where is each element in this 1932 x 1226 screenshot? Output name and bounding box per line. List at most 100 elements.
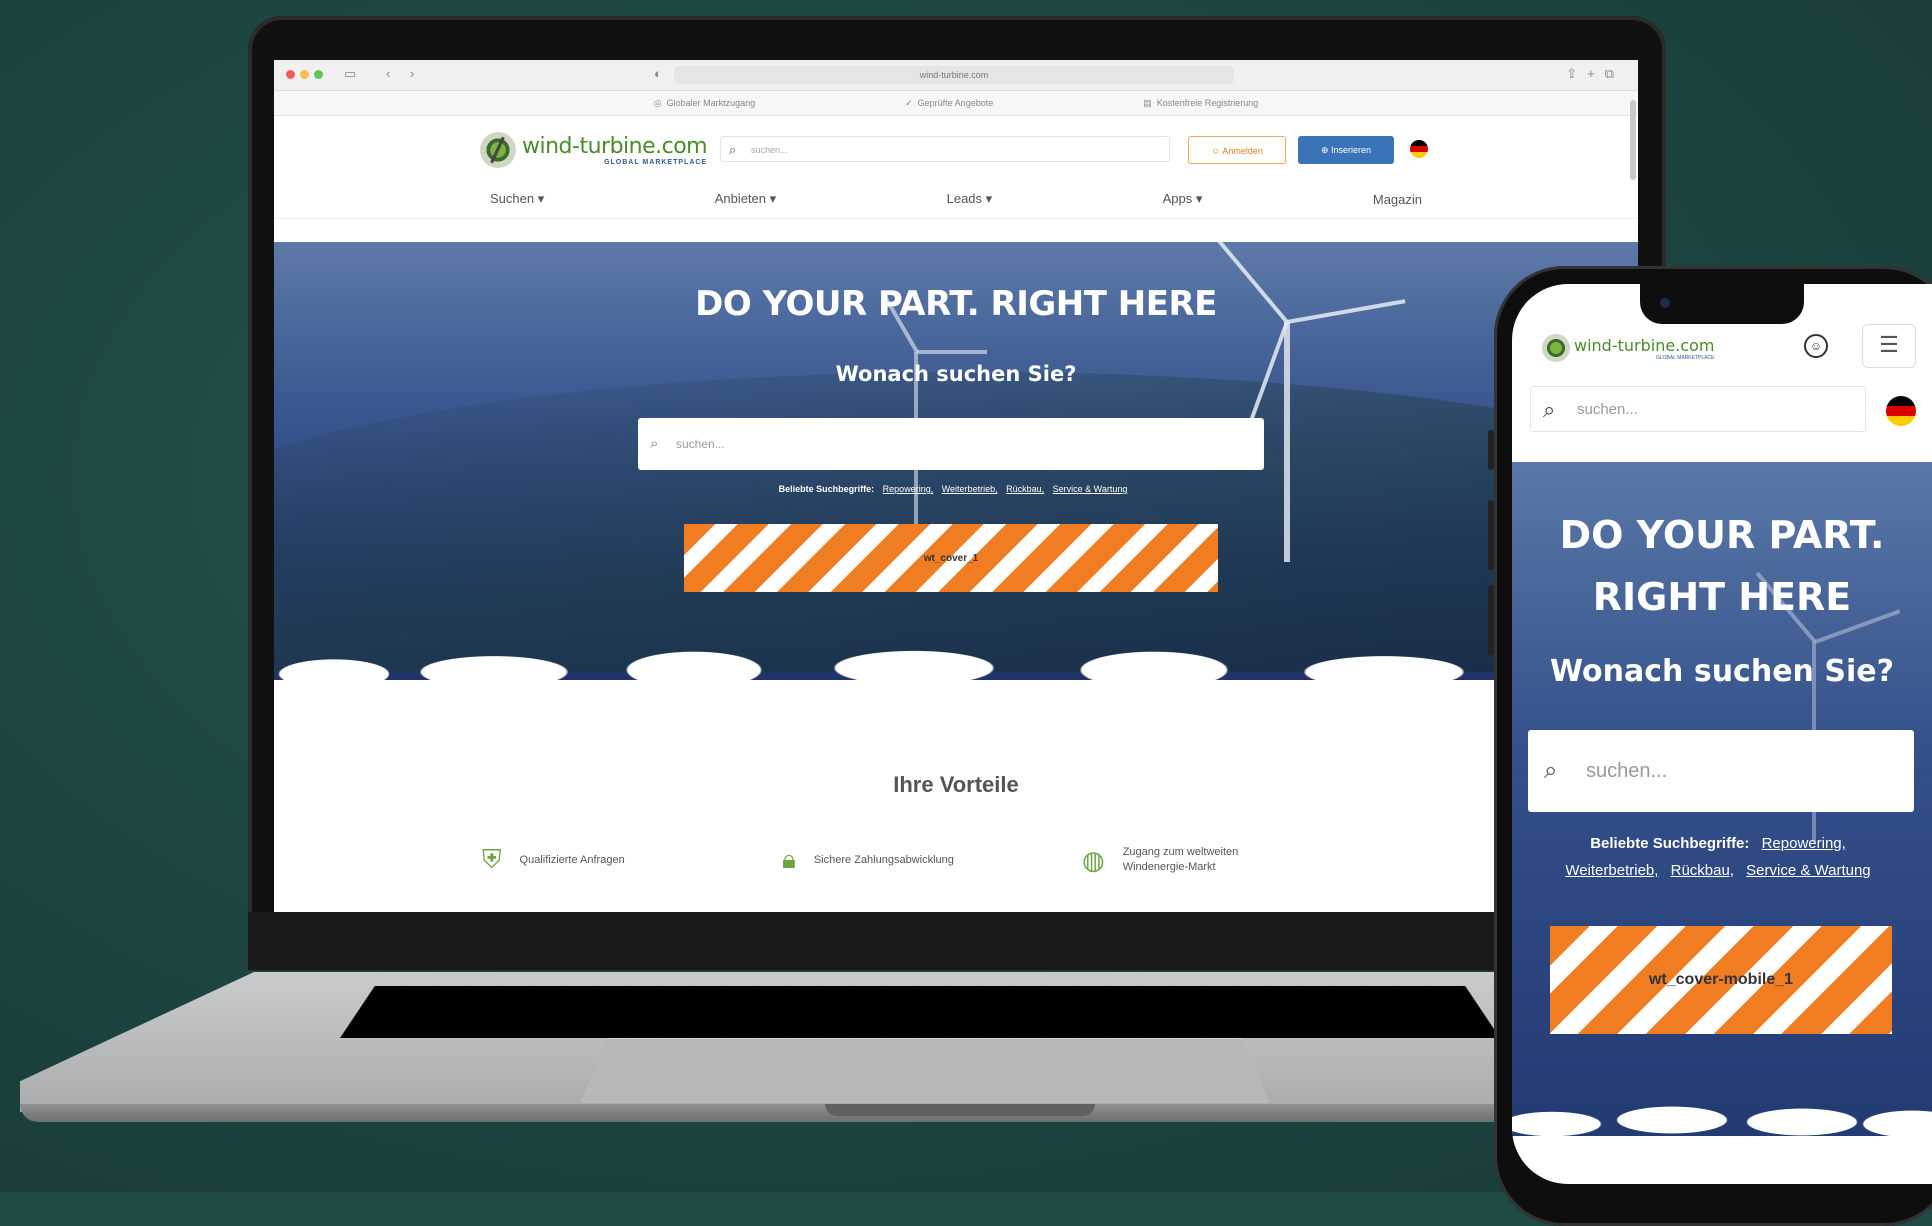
- plus-circle-icon: ⊕: [1320, 145, 1331, 155]
- popular-searches: Beliebte Suchbegriffe: Repowering, Weite…: [274, 484, 1638, 494]
- nav-item-magazine[interactable]: Magazin: [1373, 192, 1422, 207]
- cover-banner[interactable]: wt_cover_1: [684, 524, 1218, 592]
- laptop-keyboard: [340, 986, 1500, 1038]
- phone-notch: [1640, 284, 1804, 324]
- laptop-notch: [825, 1104, 1095, 1116]
- headline-line: RIGHT HERE: [1592, 575, 1852, 619]
- infobar-item-registration: ▤ Kostenfreie Registrierung: [1143, 98, 1258, 109]
- maximize-window-button[interactable]: [314, 70, 323, 79]
- close-window-button[interactable]: [286, 70, 295, 79]
- popular-link-weiterbetrieb[interactable]: Weiterbetrieb,: [1565, 862, 1658, 879]
- browser-toolbar: ▭ ‹ › ◐ wind-turbine.com ⇪+⧉: [274, 60, 1638, 91]
- banner-label: wt_cover-mobile_1: [1648, 971, 1794, 988]
- hero-landscape: [274, 372, 1638, 672]
- mobile-search-placeholder: suchen...: [1577, 401, 1638, 418]
- popular-label: Beliebte Suchbegriffe:: [1590, 835, 1750, 852]
- mobile-hero-search-placeholder: suchen...: [1586, 760, 1668, 782]
- popular-link-repowering[interactable]: Repowering,: [1762, 835, 1846, 852]
- user-account-icon[interactable]: ☺: [1804, 334, 1828, 358]
- hero-search-input[interactable]: ⌕ suchen...: [638, 418, 1264, 470]
- info-bar: ◎ Globaler Marktzugang ✓ Geprüfte Angebote…: [274, 91, 1638, 116]
- nav-item-apps[interactable]: Apps ▾: [1163, 191, 1203, 207]
- hero-question: Wonach suchen Sie?: [835, 362, 1077, 386]
- benefit-label: Zugang zum weltweiten Windenergie-Markt: [1122, 846, 1239, 873]
- mobile-hero-search-input[interactable]: ⌕ suchen...: [1528, 730, 1914, 812]
- globe-icon: ◎: [653, 97, 662, 108]
- minimize-window-button[interactable]: [300, 70, 309, 79]
- headline-line: DO YOUR PART.: [1559, 513, 1885, 557]
- popular-link-weiterbetrieb[interactable]: Weiterbetrieb,: [942, 484, 998, 494]
- nav-item-leads[interactable]: Leads ▾: [947, 191, 993, 207]
- mobile-hero-question: Wonach suchen Sie?: [1550, 654, 1894, 689]
- globe-icon: ◍: [1082, 844, 1105, 875]
- infobar-label: Geprüfte Angebote: [917, 97, 994, 108]
- nav-item-offer[interactable]: Anbieten ▾: [715, 191, 776, 207]
- infobar-item-market: ◎ Globaler Marktzugang: [654, 98, 755, 109]
- popular-link-service[interactable]: Service & Wartung: [1053, 484, 1128, 494]
- laptop-chin: [248, 912, 1666, 970]
- mobile-site-logo[interactable]: wind-turbine.com GLOBAL MARKETPLACE: [1542, 334, 1714, 362]
- check-icon: ✓: [905, 97, 913, 108]
- site-header: wind-turbine.com GLOBAL MARKETPLACE ⌕ su…: [274, 116, 1638, 180]
- hero-section: DO YOUR PART. RIGHT HERE Wonach suchen S…: [274, 242, 1638, 712]
- search-icon: ⌕: [1543, 397, 1556, 422]
- popular-link-rueckbau[interactable]: Rückbau,: [1006, 484, 1044, 494]
- cloud-divider: [274, 634, 1638, 712]
- login-label: Anmelden: [1222, 146, 1263, 156]
- laptop-trackpad: [580, 1038, 1270, 1103]
- site-logo[interactable]: wind-turbine.com GLOBAL MARKETPLACE: [480, 132, 708, 168]
- benefit-item: 🔒︎ Sichere Zahlungsabwicklung: [782, 844, 1082, 876]
- page-scrollbar[interactable]: [1630, 100, 1636, 180]
- laptop-screen: ▭ ‹ › ◐ wind-turbine.com ⇪+⧉ ◎ Globaler M…: [274, 60, 1638, 912]
- header-search-placeholder: suchen...: [751, 145, 788, 155]
- logo-subtitle: GLOBAL MARKETPLACE: [604, 159, 708, 166]
- cloud-divider: [1512, 1084, 1932, 1184]
- post-label: Inserieren: [1331, 145, 1372, 155]
- mobile-popular-searches: Beliebte Suchbegriffe: Repowering, Weite…: [1532, 830, 1912, 884]
- mobile-header-search-input[interactable]: ⌕ suchen...: [1530, 386, 1866, 432]
- logo-name: wind-turbine.com: [522, 134, 708, 159]
- mobile-logo-name: wind-turbine.com: [1574, 335, 1715, 355]
- popular-label: Beliebte Suchbegriffe:: [778, 484, 875, 494]
- infobar-item-offers: ✓ Geprüfte Angebote: [905, 98, 993, 109]
- main-nav: Suchen ▾ Anbieten ▾ Leads ▾ Apps ▾ Magaz…: [274, 180, 1638, 219]
- turbine-logo-icon: [1542, 334, 1570, 362]
- popular-link-rueckbau[interactable]: Rückbau,: [1671, 862, 1734, 879]
- search-icon: ⌕: [650, 435, 659, 452]
- header-search-input[interactable]: ⌕ suchen...: [720, 136, 1170, 162]
- benefits-list: ⛨ Qualifizierte Anfragen 🔒︎ Sichere Zahl…: [482, 844, 1382, 876]
- address-bar[interactable]: wind-turbine.com: [674, 66, 1234, 84]
- german-flag-icon[interactable]: [1886, 396, 1916, 426]
- shield-privacy-icon[interactable]: ◐: [654, 66, 662, 81]
- post-ad-button[interactable]: ⊕ Inserieren: [1298, 136, 1394, 164]
- browser-actions[interactable]: ⇪+⧉: [1566, 66, 1624, 82]
- login-button[interactable]: ☺ Anmelden: [1188, 136, 1286, 164]
- camera-icon: [1660, 298, 1670, 308]
- benefit-item: ◍ Zugang zum weltweiten Windenergie-Mark…: [1082, 844, 1382, 876]
- document-icon: ▤: [1143, 97, 1152, 108]
- window-controls: [286, 70, 323, 79]
- mobile-cover-banner[interactable]: wt_cover-mobile_1: [1550, 926, 1892, 1034]
- mobile-logo-subtitle: GLOBAL MARKETPLACE: [1655, 354, 1715, 361]
- german-flag-icon[interactable]: [1410, 140, 1428, 158]
- sidebar-toggle-icon[interactable]: ▭: [344, 66, 356, 82]
- mobile-hero-headline: DO YOUR PART. RIGHT HERE: [1512, 504, 1932, 628]
- back-icon[interactable]: ‹: [386, 66, 390, 81]
- search-icon: ⌕: [1544, 757, 1558, 784]
- hamburger-menu-icon[interactable]: ☰: [1862, 324, 1916, 368]
- nav-item-search[interactable]: Suchen ▾: [490, 191, 544, 207]
- mobile-hero-section: DO YOUR PART. RIGHT HERE Wonach suchen Si…: [1512, 462, 1932, 1184]
- benefit-label: Qualifizierte Anfragen: [519, 854, 625, 866]
- address-text: wind-turbine.com: [919, 70, 989, 80]
- banner-label: wt_cover_1: [923, 552, 979, 564]
- search-icon: ⌕: [729, 142, 737, 157]
- popular-link-service[interactable]: Service & Wartung: [1746, 862, 1871, 879]
- popular-link-repowering[interactable]: Repowering,: [883, 484, 934, 494]
- benefits-title: Ihre Vorteile: [893, 772, 1019, 797]
- lock-icon: 🔒︎: [782, 844, 796, 874]
- infobar-label: Kostenfreie Registrierung: [1156, 97, 1259, 108]
- hero-headline: DO YOUR PART. RIGHT HERE: [695, 284, 1217, 324]
- phone-screen: wind-turbine.com GLOBAL MARKETPLACE ☺ ☰ …: [1512, 284, 1932, 1184]
- forward-icon[interactable]: ›: [410, 66, 414, 81]
- benefit-label: Sichere Zahlungsabwicklung: [813, 854, 954, 866]
